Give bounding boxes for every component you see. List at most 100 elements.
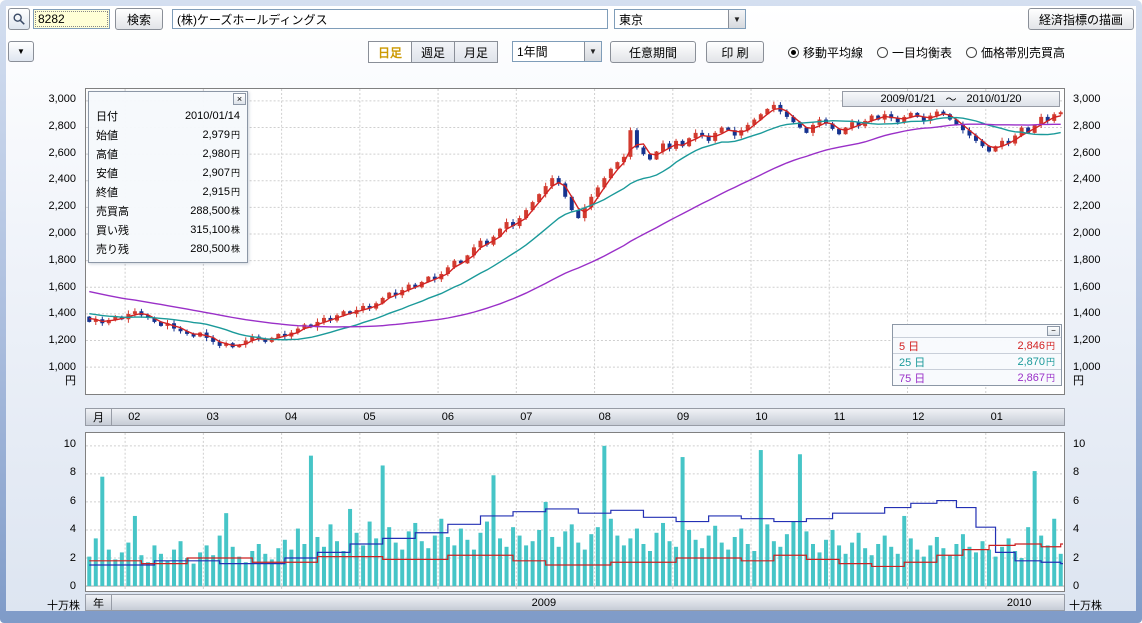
price-axis-right: 3,0002,8002,6002,4002,2002,0001,8001,600… (1069, 88, 1115, 395)
year-axis-strip: 年 20092010 (85, 594, 1065, 611)
tooltip-label: 安値 (96, 165, 118, 181)
month-label: 11 (834, 411, 845, 423)
price-tick: 1,800 (1069, 254, 1115, 266)
price-tick: 1,200 (1069, 334, 1115, 346)
month-label: 02 (128, 411, 140, 423)
volume-tick: 0 (1069, 580, 1115, 592)
volume-tick: 2 (1069, 552, 1115, 564)
volume-tick: 10 (1069, 438, 1115, 450)
month-label: 04 (285, 411, 297, 423)
year-label: 2009 (532, 597, 556, 609)
tooltip-row: 買い残315,100株 (93, 220, 243, 239)
ma-legend-row: 25 日2,870円 (893, 353, 1061, 369)
search-button[interactable]: 検索 (115, 8, 163, 30)
company-name-input[interactable] (172, 9, 608, 29)
stock-code-input[interactable] (33, 9, 110, 29)
dropdown-arrow-icon[interactable]: ▼ (728, 10, 745, 28)
custom-period-button[interactable]: 任意期間 (610, 41, 696, 63)
volume-tick: 8 (34, 466, 80, 478)
tooltip-label: 買い残 (96, 222, 129, 238)
price-tick: 1,800 (34, 254, 80, 266)
tooltip-label: 売買高 (96, 203, 129, 219)
ma-legend-row: 75 日2,867円 (893, 369, 1061, 385)
ma-value: 2,867 (951, 372, 1045, 384)
app-content: 検索 東京 ▼ 経済指標の描画 ▼ 日足週足月足 1年間 ▼ 任意期間 印 刷 … (6, 6, 1136, 611)
exchange-value: 東京 (615, 10, 728, 28)
month-label: 03 (207, 411, 219, 423)
price-tooltip: × 日付2010/01/14始値2,979円高値2,980円安値2,907円終値… (88, 91, 248, 263)
tooltip-unit: 円 (231, 147, 240, 160)
price-tick: 1,400 (34, 307, 80, 319)
radio-価格帯別売買高[interactable]: 価格帯別売買高 (966, 44, 1065, 61)
radio-icon (877, 47, 888, 58)
price-tick: 2,600 (1069, 147, 1115, 159)
volume-bar-chart[interactable] (86, 433, 1064, 591)
range-select[interactable]: 1年間 ▼ (512, 41, 602, 62)
radio-icon (966, 47, 977, 58)
month-label: 07 (520, 411, 532, 423)
price-tick: 1,400 (1069, 307, 1115, 319)
radio-移動平均線[interactable]: 移動平均線 (788, 44, 863, 61)
minimize-icon[interactable]: − (1047, 326, 1060, 336)
ma-legend-rows: 5 日2,846円25 日2,870円75 日2,867円 (893, 337, 1061, 385)
month-label: 10 (755, 411, 767, 423)
volume-tick: 0 (34, 580, 80, 592)
tab-月足[interactable]: 月足 (454, 41, 498, 63)
volume-unit-left: 十万株 (24, 597, 80, 613)
volume-tick: 10 (34, 438, 80, 450)
volume-tick: 6 (34, 495, 80, 507)
draw-economic-indicator-button[interactable]: 経済指標の描画 (1028, 8, 1134, 30)
tooltip-row: 日付2010/01/14 (93, 106, 243, 125)
dropdown-arrow-icon[interactable]: ▼ (584, 42, 601, 61)
price-tick: 3,000 (1069, 93, 1115, 105)
ma-label: 5 日 (899, 338, 951, 354)
tooltip-value: 288,500 (190, 205, 230, 217)
radio-label: 一目均衡表 (892, 44, 952, 61)
price-tick: 2,000 (1069, 227, 1115, 239)
volume-tick: 8 (1069, 466, 1115, 478)
exchange-select[interactable]: 東京 ▼ (614, 9, 746, 29)
tooltip-unit: 株 (231, 242, 240, 255)
tooltip-label: 終値 (96, 184, 118, 200)
tooltip-unit: 円 (231, 128, 240, 141)
close-icon[interactable]: × (233, 93, 246, 105)
tooltip-rows: 日付2010/01/14始値2,979円高値2,980円安値2,907円終値2,… (93, 106, 243, 258)
year-label: 2010 (1007, 597, 1031, 609)
price-tick: 2,600 (34, 147, 80, 159)
ma-unit: 円 (1046, 371, 1055, 384)
price-tick: 2,800 (1069, 120, 1115, 132)
month-label: 06 (442, 411, 454, 423)
tooltip-label: 売り残 (96, 241, 129, 257)
month-axis-head: 月 (86, 409, 112, 425)
tooltip-unit: 株 (231, 223, 240, 236)
radio-一目均衡表[interactable]: 一目均衡表 (877, 44, 952, 61)
indicator-radio-group: 移動平均線 一目均衡表価格帯別売買高 (788, 44, 1134, 61)
tooltip-row: 売り残280,500株 (93, 239, 243, 258)
price-axis-left: 3,0002,8002,6002,4002,2002,0001,8001,600… (34, 88, 80, 395)
tooltip-value: 2,915 (202, 186, 230, 198)
date-separator: ～ (946, 91, 957, 107)
tooltip-unit: 円 (231, 185, 240, 198)
search-icon-button[interactable] (8, 8, 30, 30)
tab-週足[interactable]: 週足 (411, 41, 455, 63)
ma-legend-row: 5 日2,846円 (893, 337, 1061, 353)
month-label: 12 (912, 411, 924, 423)
volume-unit-right: 十万株 (1069, 597, 1125, 613)
price-tick: 2,400 (1069, 173, 1115, 185)
tooltip-row: 高値2,980円 (93, 144, 243, 163)
panel-dropdown-button[interactable]: ▼ (8, 41, 34, 62)
month-label: 08 (599, 411, 611, 423)
tab-日足[interactable]: 日足 (368, 41, 412, 63)
range-value: 1年間 (513, 42, 584, 61)
radio-icon (788, 47, 799, 58)
chevron-down-icon: ▼ (17, 47, 25, 56)
print-button[interactable]: 印 刷 (706, 41, 764, 63)
price-tick: 1,600 (1069, 281, 1115, 293)
price-tick: 2,800 (34, 120, 80, 132)
radio-label: 移動平均線 (803, 44, 863, 61)
volume-chart-area (85, 432, 1065, 592)
price-unit: 円 (34, 372, 80, 388)
volume-tick: 4 (34, 523, 80, 535)
volume-axis-left: 1086420 (34, 432, 80, 592)
tooltip-unit: 株 (231, 204, 240, 217)
